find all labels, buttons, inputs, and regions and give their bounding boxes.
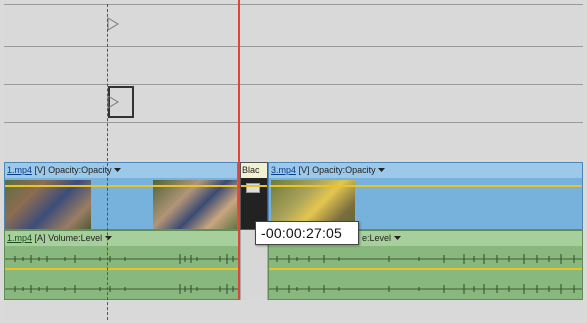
black-video-clip[interactable]: Blac xyxy=(240,162,268,230)
empty-track-row xyxy=(4,4,583,46)
audio-clip-1[interactable]: 1.mp4 [A] Volume:Level xyxy=(4,230,240,300)
dropdown-triangle-icon[interactable] xyxy=(393,236,401,241)
black-clip-label: Blac xyxy=(241,163,267,178)
timecode-tooltip: -00:00:27:05 xyxy=(255,221,359,245)
volume-keyframe-line[interactable] xyxy=(5,268,239,270)
timeline-panel: 1.mp4 [V] Opacity:Opacity Blac 3.mp4 [V]… xyxy=(0,0,587,323)
video-clip-1[interactable]: 1.mp4 [V] Opacity:Opacity xyxy=(4,162,238,230)
clip-name[interactable]: 1.mp4 xyxy=(7,233,32,243)
clip-prop-label: Opacity: xyxy=(312,165,346,175)
dropdown-triangle-icon[interactable] xyxy=(114,168,122,173)
timecode-text: -00:00:27:05 xyxy=(261,225,343,241)
opacity-keyframe-line[interactable] xyxy=(241,185,267,187)
clip-prop-value[interactable]: Opacity xyxy=(345,165,376,175)
clip-prop-value[interactable]: Level xyxy=(81,233,103,243)
clip-prop-value[interactable]: e:Level xyxy=(362,233,391,243)
video-clip-3[interactable]: 3.mp4 [V] Opacity:Opacity xyxy=(268,162,583,230)
video-thumbnail xyxy=(5,180,91,229)
empty-track-row xyxy=(4,300,583,320)
clip-prop-label: Opacity: xyxy=(48,165,82,175)
clip-name[interactable]: 1.mp4 xyxy=(7,165,32,175)
video-clip-header: 1.mp4 [V] Opacity:Opacity xyxy=(5,163,237,178)
audio-waveform xyxy=(5,254,239,264)
playhead-line[interactable] xyxy=(238,0,240,300)
marker-triangle-icon[interactable] xyxy=(107,17,119,31)
volume-keyframe-line[interactable] xyxy=(269,268,582,270)
empty-track-row xyxy=(4,84,583,122)
dropdown-triangle-icon[interactable] xyxy=(378,168,386,173)
video-thumbnail xyxy=(153,180,237,229)
opacity-keyframe-line[interactable] xyxy=(5,185,237,187)
audio-waveform xyxy=(5,284,239,294)
audio-clip-header: 1.mp4 [A] Volume:Level xyxy=(5,231,239,246)
video-clip-header: 3.mp4 [V] Opacity:Opacity xyxy=(269,163,582,178)
empty-track-row xyxy=(4,46,583,84)
audio-waveform xyxy=(269,284,582,294)
clip-tag: [A] xyxy=(34,233,46,243)
opacity-keyframe-line[interactable] xyxy=(269,185,582,187)
dropdown-triangle-icon[interactable] xyxy=(104,236,112,241)
audio-waveform xyxy=(269,254,582,264)
empty-track-row xyxy=(4,122,583,162)
snap-guide-line xyxy=(107,4,108,320)
clip-prop-label: Volume: xyxy=(48,233,81,243)
marker-triangle-icon[interactable] xyxy=(107,95,119,109)
clip-tag: [V] xyxy=(34,165,46,175)
clip-name[interactable]: 3.mp4 xyxy=(271,165,296,175)
clip-tag: [V] xyxy=(298,165,310,175)
